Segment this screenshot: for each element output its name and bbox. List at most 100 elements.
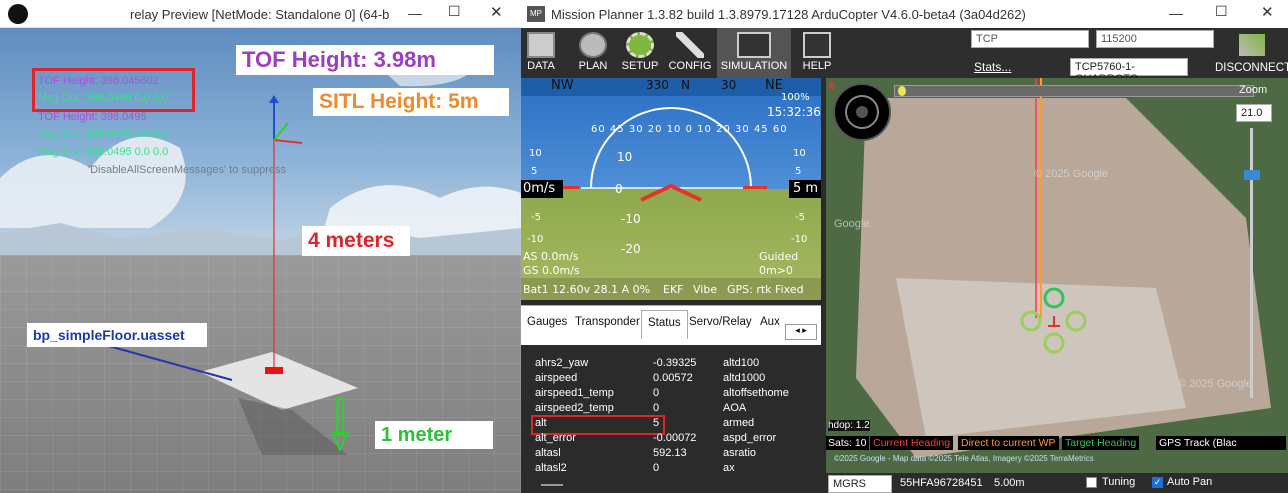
zoom-select[interactable]: 21.0 — [1236, 104, 1272, 122]
menu-setup[interactable]: SETUP — [619, 28, 661, 78]
mission-planner-window: MP Mission Planner 1.3.82 build 1.3.8979… — [521, 0, 1288, 493]
one-meter-label: 1 meter — [375, 421, 493, 449]
table-row: airspeed1_temp 0 altoffsethome — [535, 387, 789, 399]
coord-system-select[interactable]: MGRS — [828, 475, 892, 493]
map-watermark: © 2025 Google — [1178, 378, 1253, 390]
autopan-label: Auto Pan — [1167, 476, 1213, 488]
map-imagery — [826, 78, 1288, 493]
hud-groundspeed: GS 0.0m/s — [523, 264, 580, 277]
hud-battery: Bat1 12.60v 28.1 A 0% — [523, 283, 651, 296]
stats-link[interactable]: Stats... — [974, 60, 1011, 74]
hud-vibe[interactable]: Vibe — [693, 283, 717, 296]
hud-battery-pct: 100% — [781, 92, 810, 103]
sats-readout: Sats: 10 — [826, 436, 869, 450]
hud-pitch-m20: -20 — [621, 242, 641, 256]
legend-target-heading: Target Heading — [1062, 436, 1140, 450]
close-icon[interactable]: ✕ — [1261, 3, 1274, 21]
tab-gauges[interactable]: Gauges — [527, 316, 567, 328]
menu-data[interactable]: DATA — [523, 28, 559, 78]
hud-wp-distance: 0m>0 — [759, 264, 793, 277]
hud-left-10: 10 — [529, 148, 542, 159]
table-row: altasl 592.13 asratio — [535, 447, 757, 459]
disconnect-plug-icon — [1239, 34, 1265, 56]
hud-pitch-10: 10 — [617, 150, 633, 164]
table-row: ahrs2_yaw -0.39325 altd100 — [535, 357, 760, 369]
gear-icon — [626, 32, 654, 58]
table-row: airspeed2_temp 0 AOA — [535, 402, 747, 414]
hud-left-5: 5 — [531, 166, 538, 177]
help-icon — [803, 32, 831, 58]
debug-line: Msg Out: 398.0495 0.0 0.0 — [38, 92, 169, 104]
menu-help[interactable]: HELP — [795, 28, 839, 78]
hud-heading-n: N — [681, 78, 690, 92]
sitl-height-label: SITL Height: 5m — [313, 88, 509, 116]
hud-flight-mode: Guided — [759, 250, 799, 263]
tab-transponder[interactable]: Transponder — [575, 316, 640, 328]
coord-readout: 55HFA96728451 — [900, 477, 983, 489]
maximize-icon[interactable]: ☐ — [1215, 3, 1228, 20]
tab-aux[interactable]: Aux — [760, 316, 780, 328]
hud-airspeed: AS 0.0m/s — [523, 250, 579, 263]
autopan-checkbox[interactable]: ✓ — [1152, 477, 1163, 488]
alt-readout: 5.00m — [994, 477, 1025, 489]
map-view[interactable]: 0 © 2025 Google Google © 2025 Google Zoo… — [826, 78, 1288, 493]
baud-rate-select[interactable]: 115200 — [1096, 30, 1214, 48]
legend-direct-wp: Direct to current WP — [958, 436, 1059, 450]
heading-zero: 0 — [829, 81, 835, 92]
zoom-label: Zoom — [1239, 84, 1268, 96]
data-tabs: Gauges Transponder Status Servo/Relay Au… — [521, 305, 821, 345]
hud-ekf[interactable]: EKF — [663, 283, 684, 296]
floor-plane — [200, 352, 358, 410]
hud-speed: 0m/s — [523, 181, 556, 196]
gizmo-y-axis — [273, 122, 289, 141]
globe-icon — [579, 32, 607, 58]
data-icon — [527, 32, 555, 58]
zoom-slider-thumb[interactable] — [1244, 170, 1260, 180]
hud-heading-ne: NE — [765, 78, 783, 93]
tab-scroll-arrows[interactable]: ◂ ▸ — [785, 324, 817, 340]
floor-pointer-line — [104, 344, 233, 381]
minimize-icon[interactable]: — — [1169, 5, 1183, 21]
mp-logo-icon: MP — [527, 6, 545, 22]
menu-plan[interactable]: PLAN — [573, 28, 613, 78]
debug-line: TOF Height: 398.0495 — [38, 111, 147, 123]
menu-config[interactable]: CONFIG — [667, 28, 713, 78]
tab-servo-relay[interactable]: Servo/Relay — [689, 316, 752, 328]
hdop-readout: hdop: 1.2 — [828, 420, 870, 431]
menu-simulation[interactable]: SIMULATION — [717, 28, 791, 78]
table-row: airspeed 0.00572 altd1000 — [535, 372, 766, 384]
wrench-icon — [676, 32, 704, 58]
unreal-preview-window: relay Preview [NetMode: Standalone 0] (6… — [0, 0, 521, 493]
tof-height-label: TOF Height: 3.98m — [236, 45, 494, 75]
hud-altitude: 5 m — [793, 181, 819, 196]
hud-time: 15:32:36 — [767, 105, 821, 119]
hud-left-m5: -5 — [531, 212, 541, 223]
table-row: altasl2 0 ax — [535, 462, 735, 474]
mp-titlebar: MP Mission Planner 1.3.82 build 1.3.8979… — [521, 0, 1288, 28]
tuning-checkbox[interactable] — [1086, 477, 1097, 488]
four-meters-label: 4 meters — [302, 226, 410, 256]
map-footer: MGRS 55HFA96728451 5.00m Tuning ✓ Auto P… — [826, 473, 1288, 493]
hud-pitch-m10: -10 — [621, 212, 641, 226]
tab-status[interactable]: Status — [641, 310, 688, 339]
monitor-icon — [737, 32, 771, 58]
legend-current-heading: Current Heading — [870, 436, 954, 450]
disconnect-button[interactable]: DISCONNECT — [1215, 62, 1288, 74]
debug-line: Msg Out: 398.0495 0.0 0.0 — [38, 128, 169, 140]
map-watermark: © 2025 Google — [1034, 168, 1109, 180]
hud-right-m5: -5 — [795, 212, 805, 223]
tuning-label: Tuning — [1102, 476, 1136, 488]
hud-heading-30: 30 — [721, 78, 737, 92]
map-watermark: Google — [834, 218, 870, 230]
connection-panel: TCP 115200 Stats... TCP5760-1-QUADROTO D… — [971, 28, 1288, 85]
link-select[interactable]: TCP5760-1-QUADROTO — [1070, 58, 1188, 85]
debug-line: TOF Height: 398.045602 — [38, 75, 159, 87]
suppress-hint: 'DisableAllScreenMessages' to suppress — [88, 164, 287, 176]
connection-type-select[interactable]: TCP — [971, 30, 1089, 48]
hud-pitch-0: 0 — [615, 182, 623, 196]
zoom-slider-track[interactable] — [1250, 128, 1253, 398]
horizontal-scrollbar[interactable] — [541, 484, 563, 486]
gizmo-x-axis — [273, 139, 303, 144]
status-table: ahrs2_yaw -0.39325 altd100 airspeed 0.00572… — [521, 345, 821, 493]
map-copyright: ©2025 Google - Map data ©2025 Tele Atlas… — [834, 454, 1094, 463]
